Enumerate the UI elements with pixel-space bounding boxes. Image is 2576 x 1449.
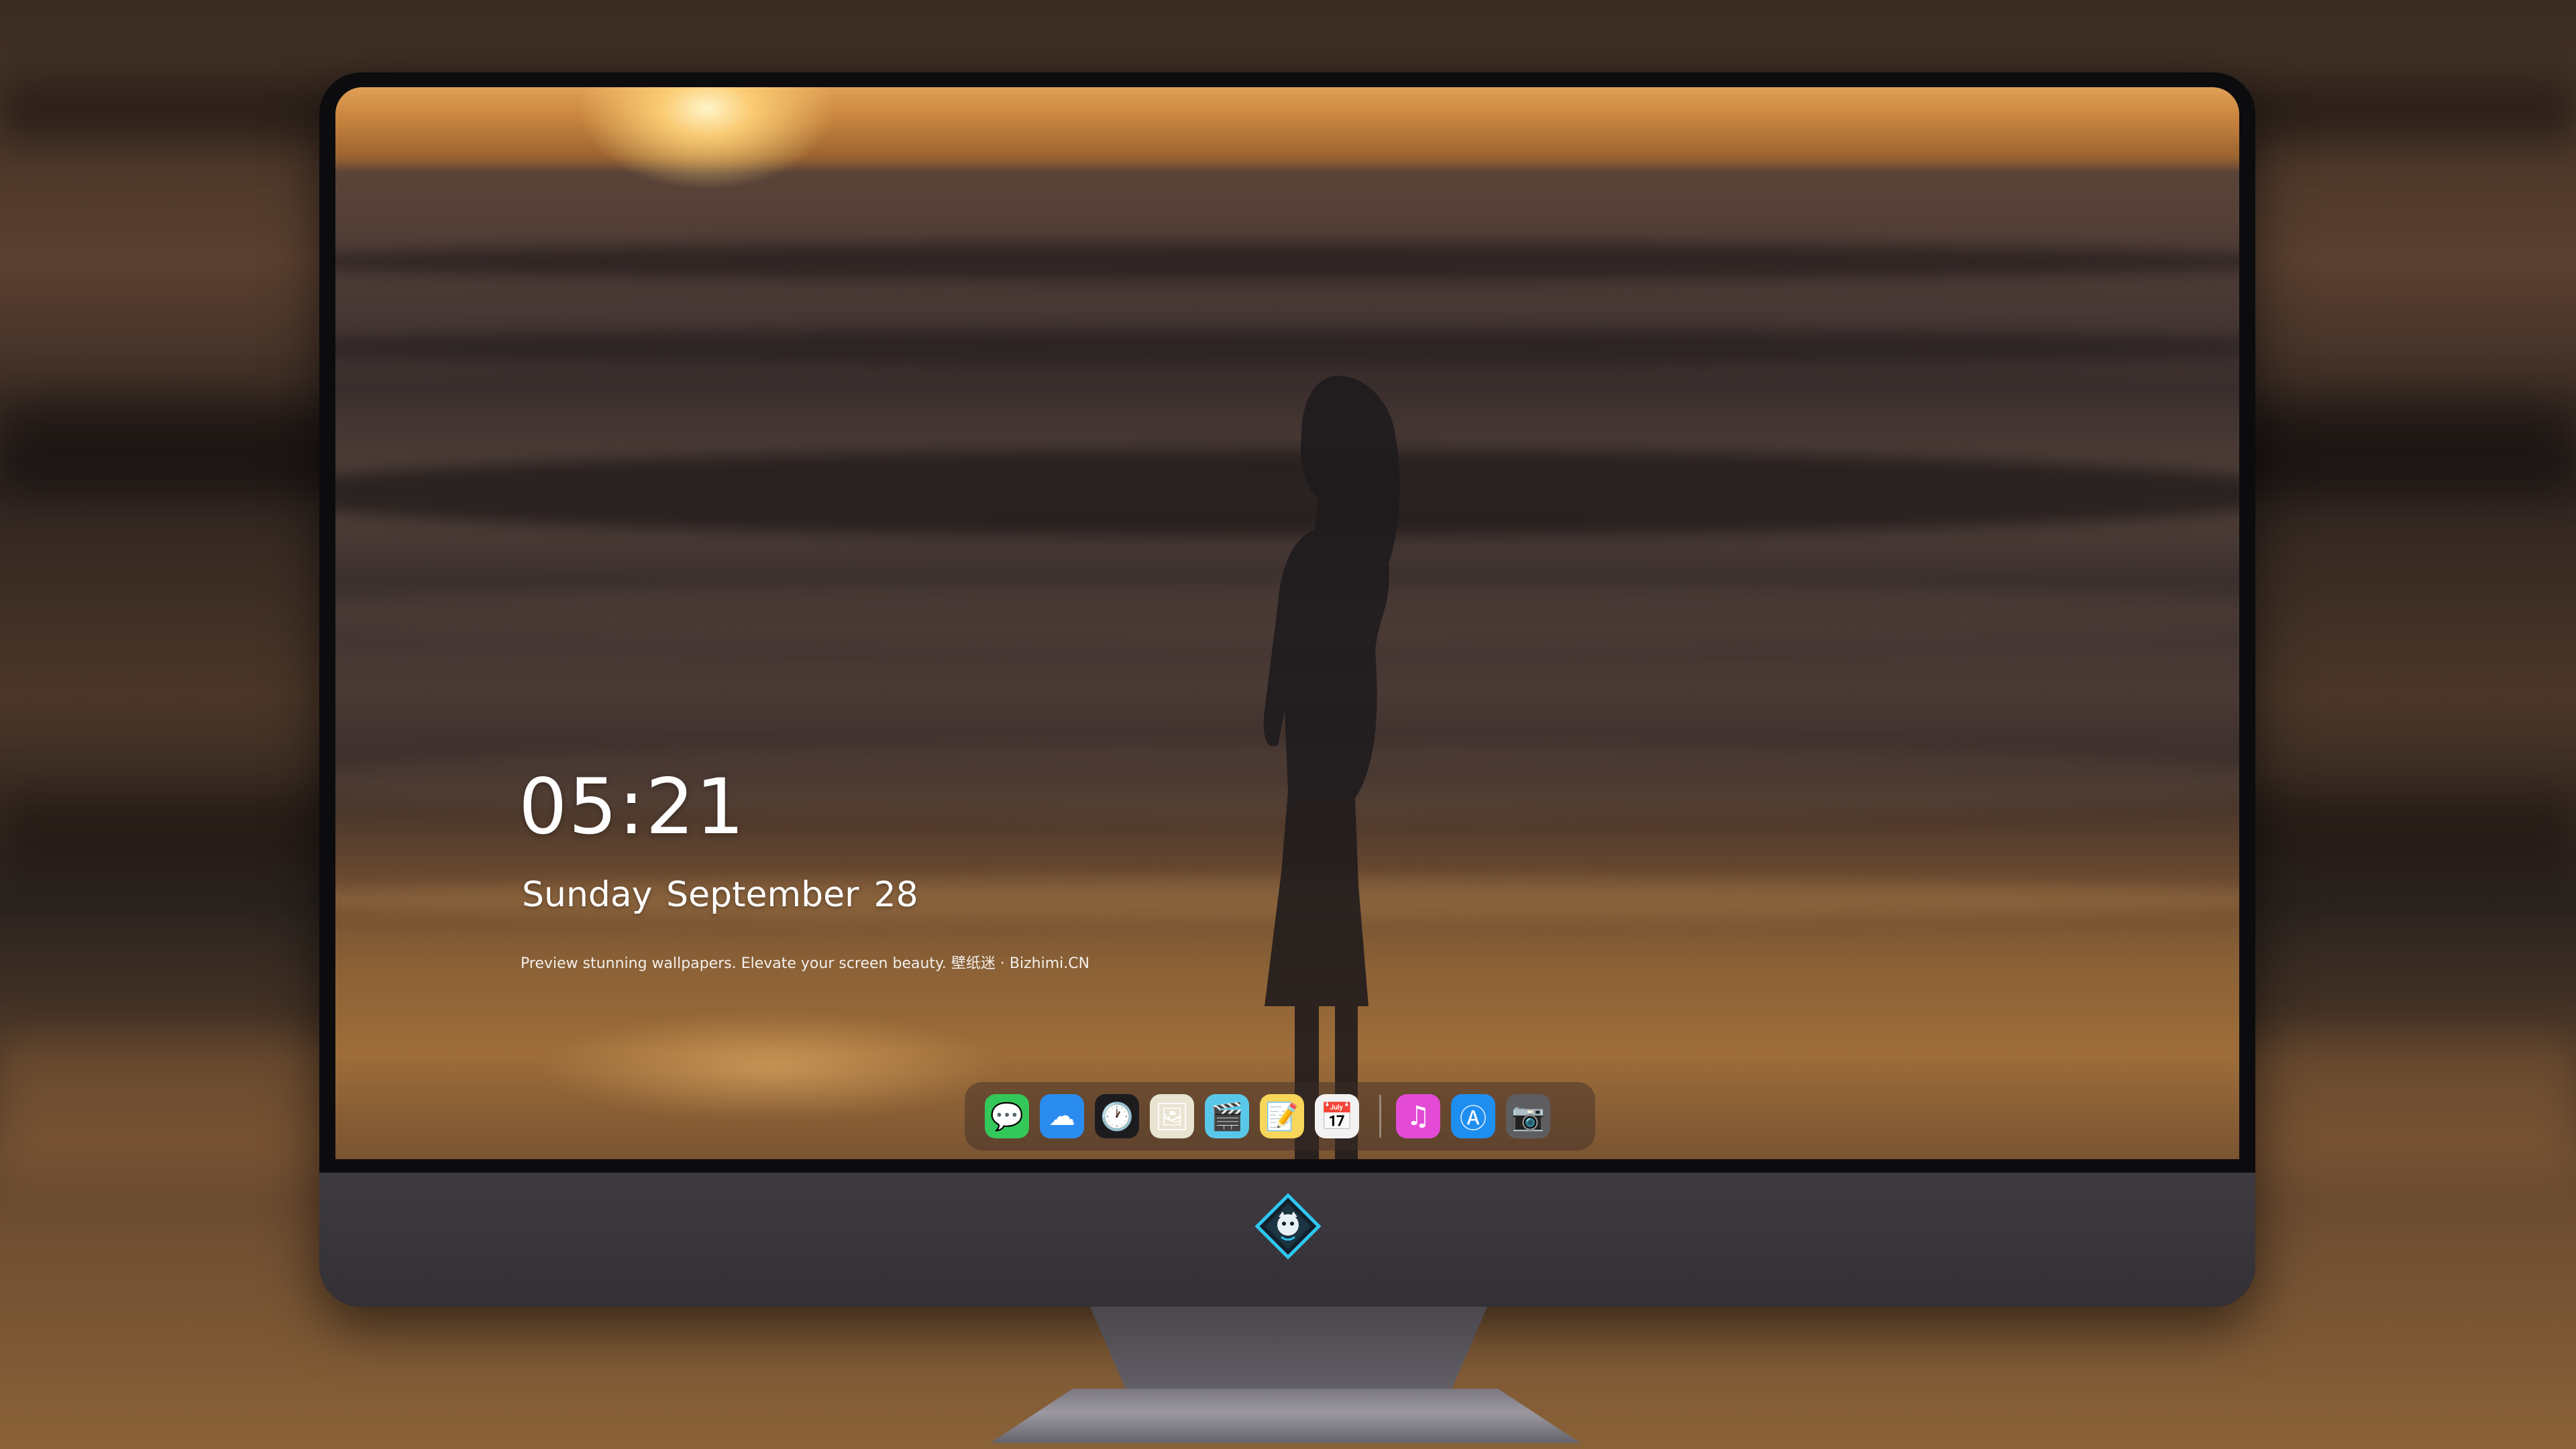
wallpaper-silhouette [1263, 376, 1400, 1159]
dock-separator [1379, 1095, 1381, 1138]
monitor-chin [319, 1173, 2255, 1307]
weather-icon[interactable]: ☁ [1040, 1094, 1084, 1138]
date-day: 28 [873, 875, 918, 915]
date-weekday: Sunday [522, 875, 653, 915]
app-store-icon[interactable]: Ⓐ [1451, 1094, 1495, 1138]
clock-icon[interactable]: 🕐 [1095, 1094, 1139, 1138]
dock: 💬 ☁ 🕐 🖼 🎬 📝 📅 ♫ Ⓐ 📷 [965, 1082, 1595, 1150]
brand-logo-icon [1254, 1193, 1322, 1260]
calendar-icon[interactable]: 📅 [1315, 1094, 1359, 1138]
camera-icon[interactable]: 📷 [1506, 1094, 1550, 1138]
itunes-icon[interactable]: ♫ [1396, 1094, 1440, 1138]
clips-icon[interactable]: 🎬 [1205, 1094, 1249, 1138]
wallpaper-wave [335, 329, 2239, 366]
wallpaper-wave [335, 241, 2239, 282]
lockscreen-clock: 05:21 [519, 762, 746, 851]
wallpaper-tagline: Preview stunning wallpapers. Elevate you… [521, 955, 1090, 972]
monitor: 05:21 Sunday September 28 Preview stunnin… [319, 72, 2255, 1307]
preview-icon[interactable]: 🖼 [1150, 1094, 1194, 1138]
screen: 05:21 Sunday September 28 Preview stunnin… [335, 87, 2239, 1159]
monitor-stand-base [990, 1389, 1580, 1443]
messages-icon[interactable]: 💬 [985, 1094, 1029, 1138]
notes-icon[interactable]: 📝 [1260, 1094, 1304, 1138]
date-month: September [666, 875, 859, 915]
lockscreen-date: Sunday September 28 [522, 877, 918, 912]
wallpaper-sun-reflection [537, 1013, 1006, 1120]
